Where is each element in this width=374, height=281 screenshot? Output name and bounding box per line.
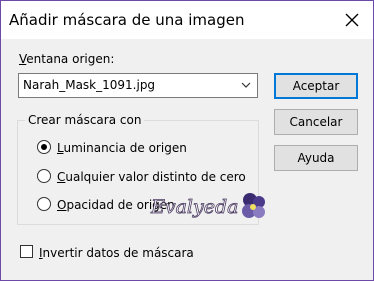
invert-mask-label[interactable]: Invertir datos de máscara [39, 246, 194, 260]
invert-mask-checkbox[interactable] [20, 245, 33, 258]
radio-nonzero-label[interactable]: Cualquier valor distinto de cero [57, 170, 246, 184]
radio-opacity[interactable] [37, 197, 51, 211]
svg-text:Evalyeda: Evalyeda [150, 196, 238, 218]
pansy-flower-icon [242, 193, 265, 218]
radio-luminance-label[interactable]: Luminancia de origen [57, 141, 187, 155]
evalyeda-watermark: Evalyeda [150, 193, 265, 218]
title-bar: Añadir máscara de una imagen [1, 1, 373, 39]
source-window-label: Ventana origen: [19, 52, 115, 66]
cancel-button[interactable]: Cancelar [274, 109, 358, 135]
chevron-down-icon [241, 82, 251, 88]
radio-nonzero[interactable] [37, 169, 51, 183]
window-title: Añadir máscara de una imagen [9, 11, 245, 29]
radio-luminance[interactable] [37, 140, 51, 154]
source-window-value: Narah_Mask_1091.jpg [23, 78, 156, 92]
mask-group-legend: Crear máscara con [25, 113, 145, 127]
accept-button[interactable]: Aceptar [274, 73, 358, 99]
dialog-window: Añadir máscara de una imagen Ventana ori… [0, 0, 374, 281]
close-icon[interactable] [339, 7, 365, 33]
source-window-select[interactable]: Narah_Mask_1091.jpg [18, 73, 258, 98]
help-button[interactable]: Ayuda [274, 145, 358, 171]
